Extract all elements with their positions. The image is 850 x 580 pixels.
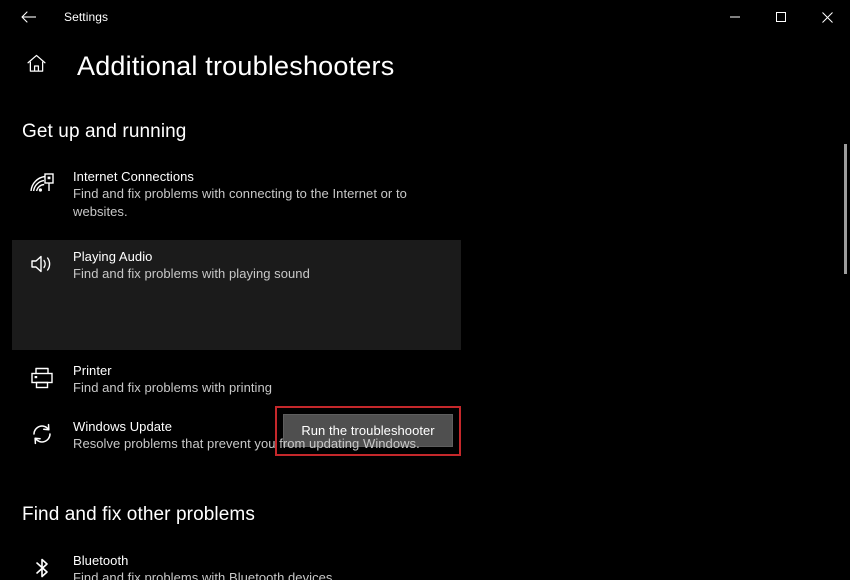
section-heading-get-up-and-running: Get up and running: [22, 121, 187, 142]
content-area: Get up and running Internet Connections …: [0, 104, 850, 580]
home-icon: [25, 52, 48, 80]
section-heading-find-and-fix-other-problems: Find and fix other problems: [22, 504, 255, 525]
troubleshooter-text-block: Printer Find and fix problems with print…: [62, 362, 272, 397]
printer-icon: [22, 362, 62, 396]
close-icon: [821, 11, 834, 24]
back-arrow-icon: [19, 7, 39, 27]
minimize-icon: [729, 11, 741, 23]
troubleshooter-text-block: Internet Connections Find and fix proble…: [62, 168, 451, 221]
troubleshooter-item-windows-update[interactable]: Windows Update Resolve problems that pre…: [12, 418, 461, 453]
troubleshooter-item-printer[interactable]: Printer Find and fix problems with print…: [12, 362, 461, 397]
item-title: Playing Audio: [73, 249, 153, 264]
troubleshooter-item-playing-audio[interactable]: Playing Audio Find and fix problems with…: [12, 248, 461, 283]
troubleshooter-item-internet-connections[interactable]: Internet Connections Find and fix proble…: [12, 168, 461, 221]
page-header: Additional troubleshooters: [0, 50, 850, 82]
settings-window: Settings Additional troubleshooters Get …: [0, 0, 850, 580]
scrollbar-track[interactable]: [836, 34, 850, 580]
caption-buttons: [712, 0, 850, 34]
app-title: Settings: [64, 10, 109, 24]
troubleshooter-text-block: Bluetooth Find and fix problems with Blu…: [62, 552, 332, 580]
item-title: Printer: [73, 363, 112, 378]
troubleshooter-text-block: Playing Audio Find and fix problems with…: [62, 248, 310, 283]
item-title: Windows Update: [73, 419, 172, 434]
windows-update-refresh-icon: [22, 418, 62, 452]
bluetooth-icon: [22, 552, 62, 580]
network-signal-icon: [22, 168, 62, 202]
item-description: Find and fix problems with playing sound: [73, 266, 310, 281]
title-bar: Settings: [0, 0, 850, 34]
item-description: Find and fix problems with Bluetooth dev…: [73, 570, 333, 580]
item-title: Internet Connections: [73, 169, 194, 184]
item-title: Bluetooth: [73, 553, 129, 568]
close-button[interactable]: [804, 0, 850, 34]
speaker-audio-icon: [22, 248, 62, 282]
item-description: Find and fix problems with printing: [73, 380, 273, 395]
minimize-button[interactable]: [712, 0, 758, 34]
page-title: Additional troubleshooters: [77, 51, 395, 81]
maximize-icon: [775, 11, 787, 23]
maximize-button[interactable]: [758, 0, 804, 34]
home-button[interactable]: [14, 52, 58, 80]
item-description: Find and fix problems with connecting to…: [73, 186, 407, 219]
troubleshooter-text-block: Windows Update Resolve problems that pre…: [62, 418, 420, 453]
scrollbar-thumb[interactable]: [844, 144, 847, 274]
troubleshooter-item-bluetooth[interactable]: Bluetooth Find and fix problems with Blu…: [12, 552, 461, 580]
item-description: Resolve problems that prevent you from u…: [73, 436, 420, 451]
back-button[interactable]: [6, 1, 52, 33]
